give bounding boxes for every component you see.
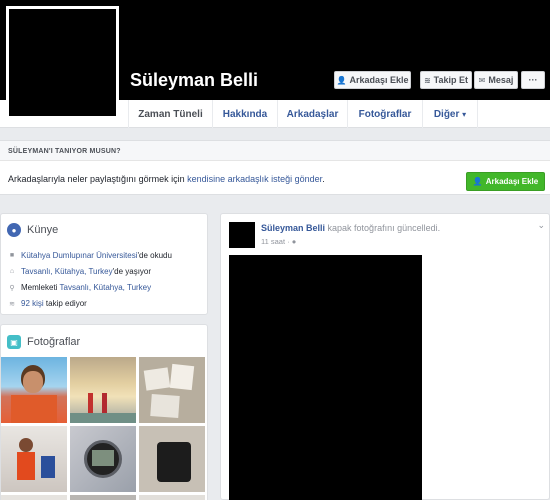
post-author-avatar[interactable]: [229, 222, 255, 248]
tab-about[interactable]: Hakkında: [213, 100, 278, 128]
photo-thumbnail[interactable]: [1, 357, 67, 423]
tab-more[interactable]: Diğer ▾: [423, 100, 478, 128]
profile-picture[interactable]: [6, 6, 119, 119]
tab-timeline[interactable]: Zaman Tüneli: [128, 100, 213, 128]
know-you-text: Arkadaşlarıyla neler paylaştığını görmek…: [8, 174, 325, 184]
intro-item-lives: ⌂ Tavsanlı, Kütahya, Turkey'de yaşıyor: [9, 267, 152, 276]
post-options-chevron-icon[interactable]: ⌄: [537, 220, 545, 231]
profile-name[interactable]: Süleyman Belli: [130, 70, 258, 91]
chevron-down-icon: ▾: [462, 109, 467, 119]
intro-item-followers: ≋ 92 kişi takip ediyor: [9, 299, 87, 308]
photo-thumbnail[interactable]: [70, 495, 136, 500]
photo-icon: ▣: [7, 335, 21, 349]
tab-friends[interactable]: Arkadaşlar: [278, 100, 348, 128]
message-button[interactable]: ✉ Mesaj: [474, 71, 518, 89]
photo-thumbnail[interactable]: [70, 357, 136, 423]
post-meta: 11 saat · ●: [261, 237, 297, 246]
photo-thumbnail[interactable]: [139, 426, 205, 492]
education-link[interactable]: Kütahya Dumlupınar Üniversitesi: [21, 251, 138, 260]
photo-thumbnail[interactable]: [1, 426, 67, 492]
photo-thumbnail[interactable]: [139, 357, 205, 423]
photos-title[interactable]: ▣ Fotoğraflar: [7, 335, 80, 349]
feed-post: Süleyman Belli kapak fotoğrafını güncell…: [220, 213, 550, 500]
add-friend-green-button[interactable]: 👤 Arkadaşı Ekle: [466, 172, 545, 191]
rss-icon: ≋: [9, 300, 15, 308]
rss-icon: ≋: [423, 75, 431, 85]
more-options-button[interactable]: ···: [521, 71, 545, 89]
tab-photos[interactable]: Fotoğraflar: [348, 100, 423, 128]
intro-item-hometown: ⚲ Memleketi Tavsanlı, Kütahya, Turkey: [9, 283, 152, 292]
school-icon: ■: [9, 252, 15, 259]
photo-thumbnail[interactable]: [1, 495, 67, 500]
globe-icon: ●: [291, 237, 297, 246]
send-friend-request-link[interactable]: kendisine arkadaşlık isteği gönder: [187, 174, 322, 184]
post-timestamp[interactable]: 11 saat: [261, 237, 285, 246]
home-icon: ⌂: [9, 268, 15, 275]
know-you-title: SÜLEYMAN'I TANIYOR MUSUN?: [0, 141, 550, 161]
photo-thumbnail[interactable]: [139, 495, 205, 500]
post-cover-image[interactable]: [229, 255, 422, 500]
add-friend-icon: 👤: [336, 75, 347, 85]
intro-item-education: ■ Kütahya Dumlupınar Üniversitesi'de oku…: [9, 251, 172, 260]
hometown-link[interactable]: Tavsanlı, Kütahya, Turkey: [60, 283, 152, 292]
add-friend-button[interactable]: 👤 Arkadaşı Ekle: [334, 71, 411, 89]
lives-link[interactable]: Tavsanlı, Kütahya, Turkey: [21, 267, 113, 276]
add-friend-icon: 👤: [472, 177, 483, 186]
post-author-link[interactable]: Süleyman Belli: [261, 223, 325, 233]
followers-link[interactable]: 92 kişi: [21, 299, 44, 308]
message-icon: ✉: [478, 75, 486, 85]
post-header: Süleyman Belli kapak fotoğrafını güncell…: [261, 223, 441, 233]
intro-title: ● Künye: [7, 223, 58, 237]
follow-button[interactable]: ≋ Takip Et: [420, 71, 472, 89]
photo-thumbnail[interactable]: [70, 426, 136, 492]
location-pin-icon: ⚲: [9, 284, 15, 292]
globe-icon: ●: [7, 223, 21, 237]
